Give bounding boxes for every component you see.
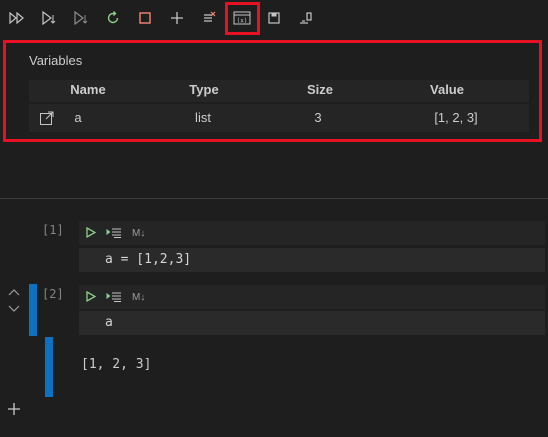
cell-2-toolbar — [79, 285, 545, 309]
move-cell-down-icon[interactable] — [8, 304, 20, 315]
cell-2-run-icon[interactable] — [86, 290, 97, 305]
column-header-value[interactable]: Value — [430, 82, 464, 97]
run-above-icon[interactable] — [38, 7, 60, 29]
cell-2-code-editor[interactable]: a — [79, 311, 545, 335]
cell-2-output: [1, 2, 3] — [81, 357, 152, 372]
open-data-viewer-icon[interactable] — [39, 110, 55, 130]
variables-button-highlight — [225, 2, 260, 35]
add-cell-plus-icon[interactable] — [7, 402, 21, 420]
variable-type-cell: list — [195, 110, 211, 125]
cell-1-code: a = [1,2,3] — [105, 252, 192, 267]
cell-2-code: a — [105, 315, 113, 330]
cell-1-execution-count: [1] — [42, 223, 64, 237]
run-all-icon[interactable] — [6, 7, 28, 29]
variable-size-cell: 3 — [314, 110, 322, 125]
restart-kernel-icon[interactable] — [102, 7, 124, 29]
interrupt-kernel-icon[interactable] — [134, 7, 156, 29]
cell-1-markdown-toggle[interactable]: M↓ — [132, 228, 145, 239]
cell-1-run-by-line-icon[interactable] — [106, 227, 122, 241]
cell-2-run-by-line-icon[interactable] — [106, 291, 122, 305]
column-header-type[interactable]: Type — [189, 82, 218, 97]
variable-value-cell: [1, 2, 3] — [434, 110, 478, 125]
cell-2-markdown-toggle[interactable]: M↓ — [132, 292, 145, 303]
notebook-toolbar: (x) — [0, 0, 548, 36]
cell-1-toolbar — [79, 221, 545, 245]
panel-divider[interactable] — [0, 198, 548, 199]
export-icon[interactable] — [295, 7, 317, 29]
cell-1-run-icon[interactable] — [86, 226, 97, 241]
variable-name-cell: a — [74, 110, 82, 125]
run-below-icon[interactable] — [70, 7, 92, 29]
cell-2-focus-bar — [29, 284, 37, 336]
cell-1-code-editor[interactable]: a = [1,2,3] — [79, 248, 545, 272]
clear-outputs-icon[interactable] — [198, 7, 220, 29]
add-cell-icon[interactable] — [166, 7, 188, 29]
variables-panel-title: Variables — [29, 53, 83, 68]
move-cell-up-icon[interactable] — [8, 287, 20, 298]
column-header-size[interactable]: Size — [307, 82, 333, 97]
cell-2-output-bar — [45, 337, 53, 397]
column-header-name[interactable]: Name — [70, 82, 105, 97]
cell-2-execution-count: [2] — [42, 287, 64, 301]
save-icon[interactable] — [263, 7, 285, 29]
